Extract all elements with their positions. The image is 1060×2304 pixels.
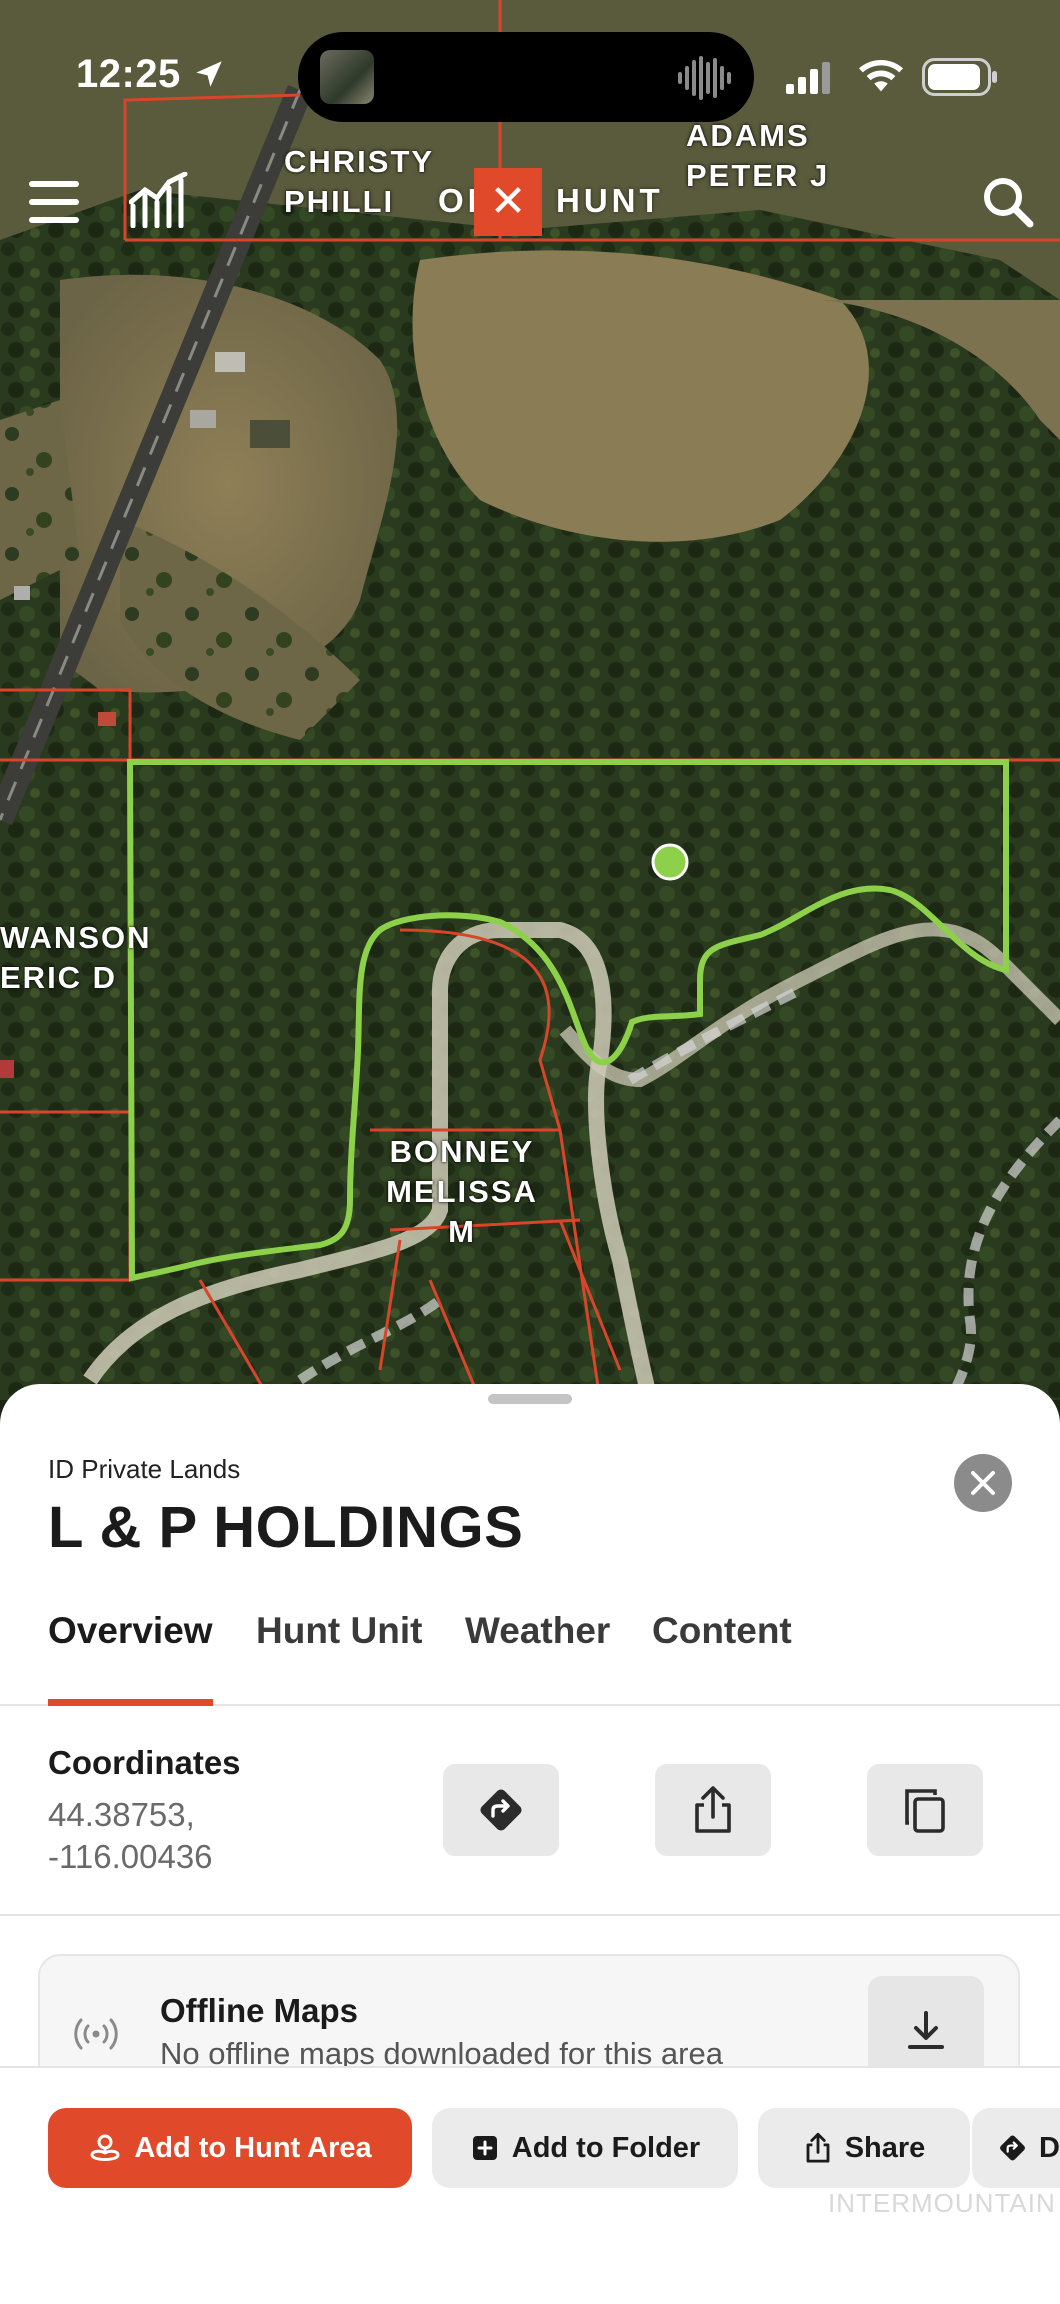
broadcast-icon — [74, 2018, 118, 2050]
hunt-area-icon — [90, 2134, 120, 2161]
folder-add-icon — [472, 2136, 497, 2160]
directions-pill-button[interactable]: D — [972, 2108, 1060, 2188]
detail-tabs: Overview Hunt Unit Weather Content — [0, 1600, 1060, 1706]
wifi-icon — [858, 59, 904, 92]
share-icon — [806, 2132, 830, 2163]
coordinates-longitude: -116.00436 — [48, 1838, 213, 1875]
add-to-folder-button[interactable]: Add to Folder — [432, 2108, 738, 2188]
owner-label-swanson: WANSON ERIC D — [0, 920, 152, 995]
close-icon — [971, 1471, 995, 1495]
tab-overview[interactable]: Overview — [48, 1600, 213, 1706]
owner-label-adams: ADAMS PETER J — [686, 118, 830, 193]
brand-wordmark-right: HUNT — [556, 182, 664, 219]
directions-button[interactable] — [443, 1764, 559, 1856]
directions-icon — [480, 1789, 522, 1831]
offline-maps-title: Offline Maps — [160, 1992, 359, 2029]
terrain-chart-icon — [129, 172, 188, 228]
audio-waveform-icon — [678, 56, 731, 100]
close-button[interactable] — [954, 1454, 1012, 1512]
cellular-signal-icon — [786, 62, 830, 94]
search-button[interactable] — [976, 170, 1040, 234]
map-layers-button[interactable] — [124, 168, 194, 232]
coordinates-label: Coordinates — [48, 1744, 241, 1781]
place-title: L & P HOLDINGS — [48, 1495, 524, 1560]
share-icon — [695, 1786, 731, 1833]
status-time: 12:25 — [76, 52, 226, 97]
offline-signal-icon — [72, 2010, 120, 2058]
search-icon — [984, 178, 1034, 228]
owner-label-christy: CHRISTY PHILLI — [284, 144, 435, 219]
brand-x-icon: ✕ — [489, 177, 527, 226]
tab-content[interactable]: Content — [652, 1600, 792, 1706]
add-to-hunt-area-button[interactable]: Add to Hunt Area — [48, 2108, 412, 2188]
add-to-folder-label: Add to Folder — [511, 2131, 701, 2164]
now-playing-artwork — [320, 50, 374, 104]
copy-icon — [905, 1789, 945, 1833]
watermark: INTERMOUNTAIN — [828, 2188, 1056, 2218]
menu-button[interactable] — [24, 172, 84, 232]
owner-label-bonney: BONNEY MELISSA M — [386, 1134, 538, 1249]
share-coordinates-button[interactable] — [655, 1764, 771, 1856]
tab-hunt-unit[interactable]: Hunt Unit — [256, 1600, 422, 1706]
copy-coordinates-button[interactable] — [867, 1764, 983, 1856]
download-icon — [908, 2011, 944, 2049]
add-to-hunt-area-label: Add to Hunt Area — [134, 2131, 372, 2164]
location-arrow-icon — [196, 61, 223, 87]
share-label: Share — [844, 2131, 926, 2164]
brand-logo: ✕ — [474, 168, 542, 236]
layer-name: ID Private Lands — [48, 1454, 241, 1484]
tab-weather[interactable]: Weather — [465, 1600, 610, 1706]
sheet-drag-handle[interactable] — [488, 1394, 572, 1404]
hamburger-menu-icon — [29, 181, 79, 223]
share-button[interactable]: Share — [758, 2108, 970, 2188]
coordinates-latitude: 44.38753, — [48, 1796, 195, 1833]
directions-icon — [1000, 2135, 1025, 2161]
directions-label: D — [1039, 2131, 1060, 2164]
battery-icon — [922, 58, 997, 96]
